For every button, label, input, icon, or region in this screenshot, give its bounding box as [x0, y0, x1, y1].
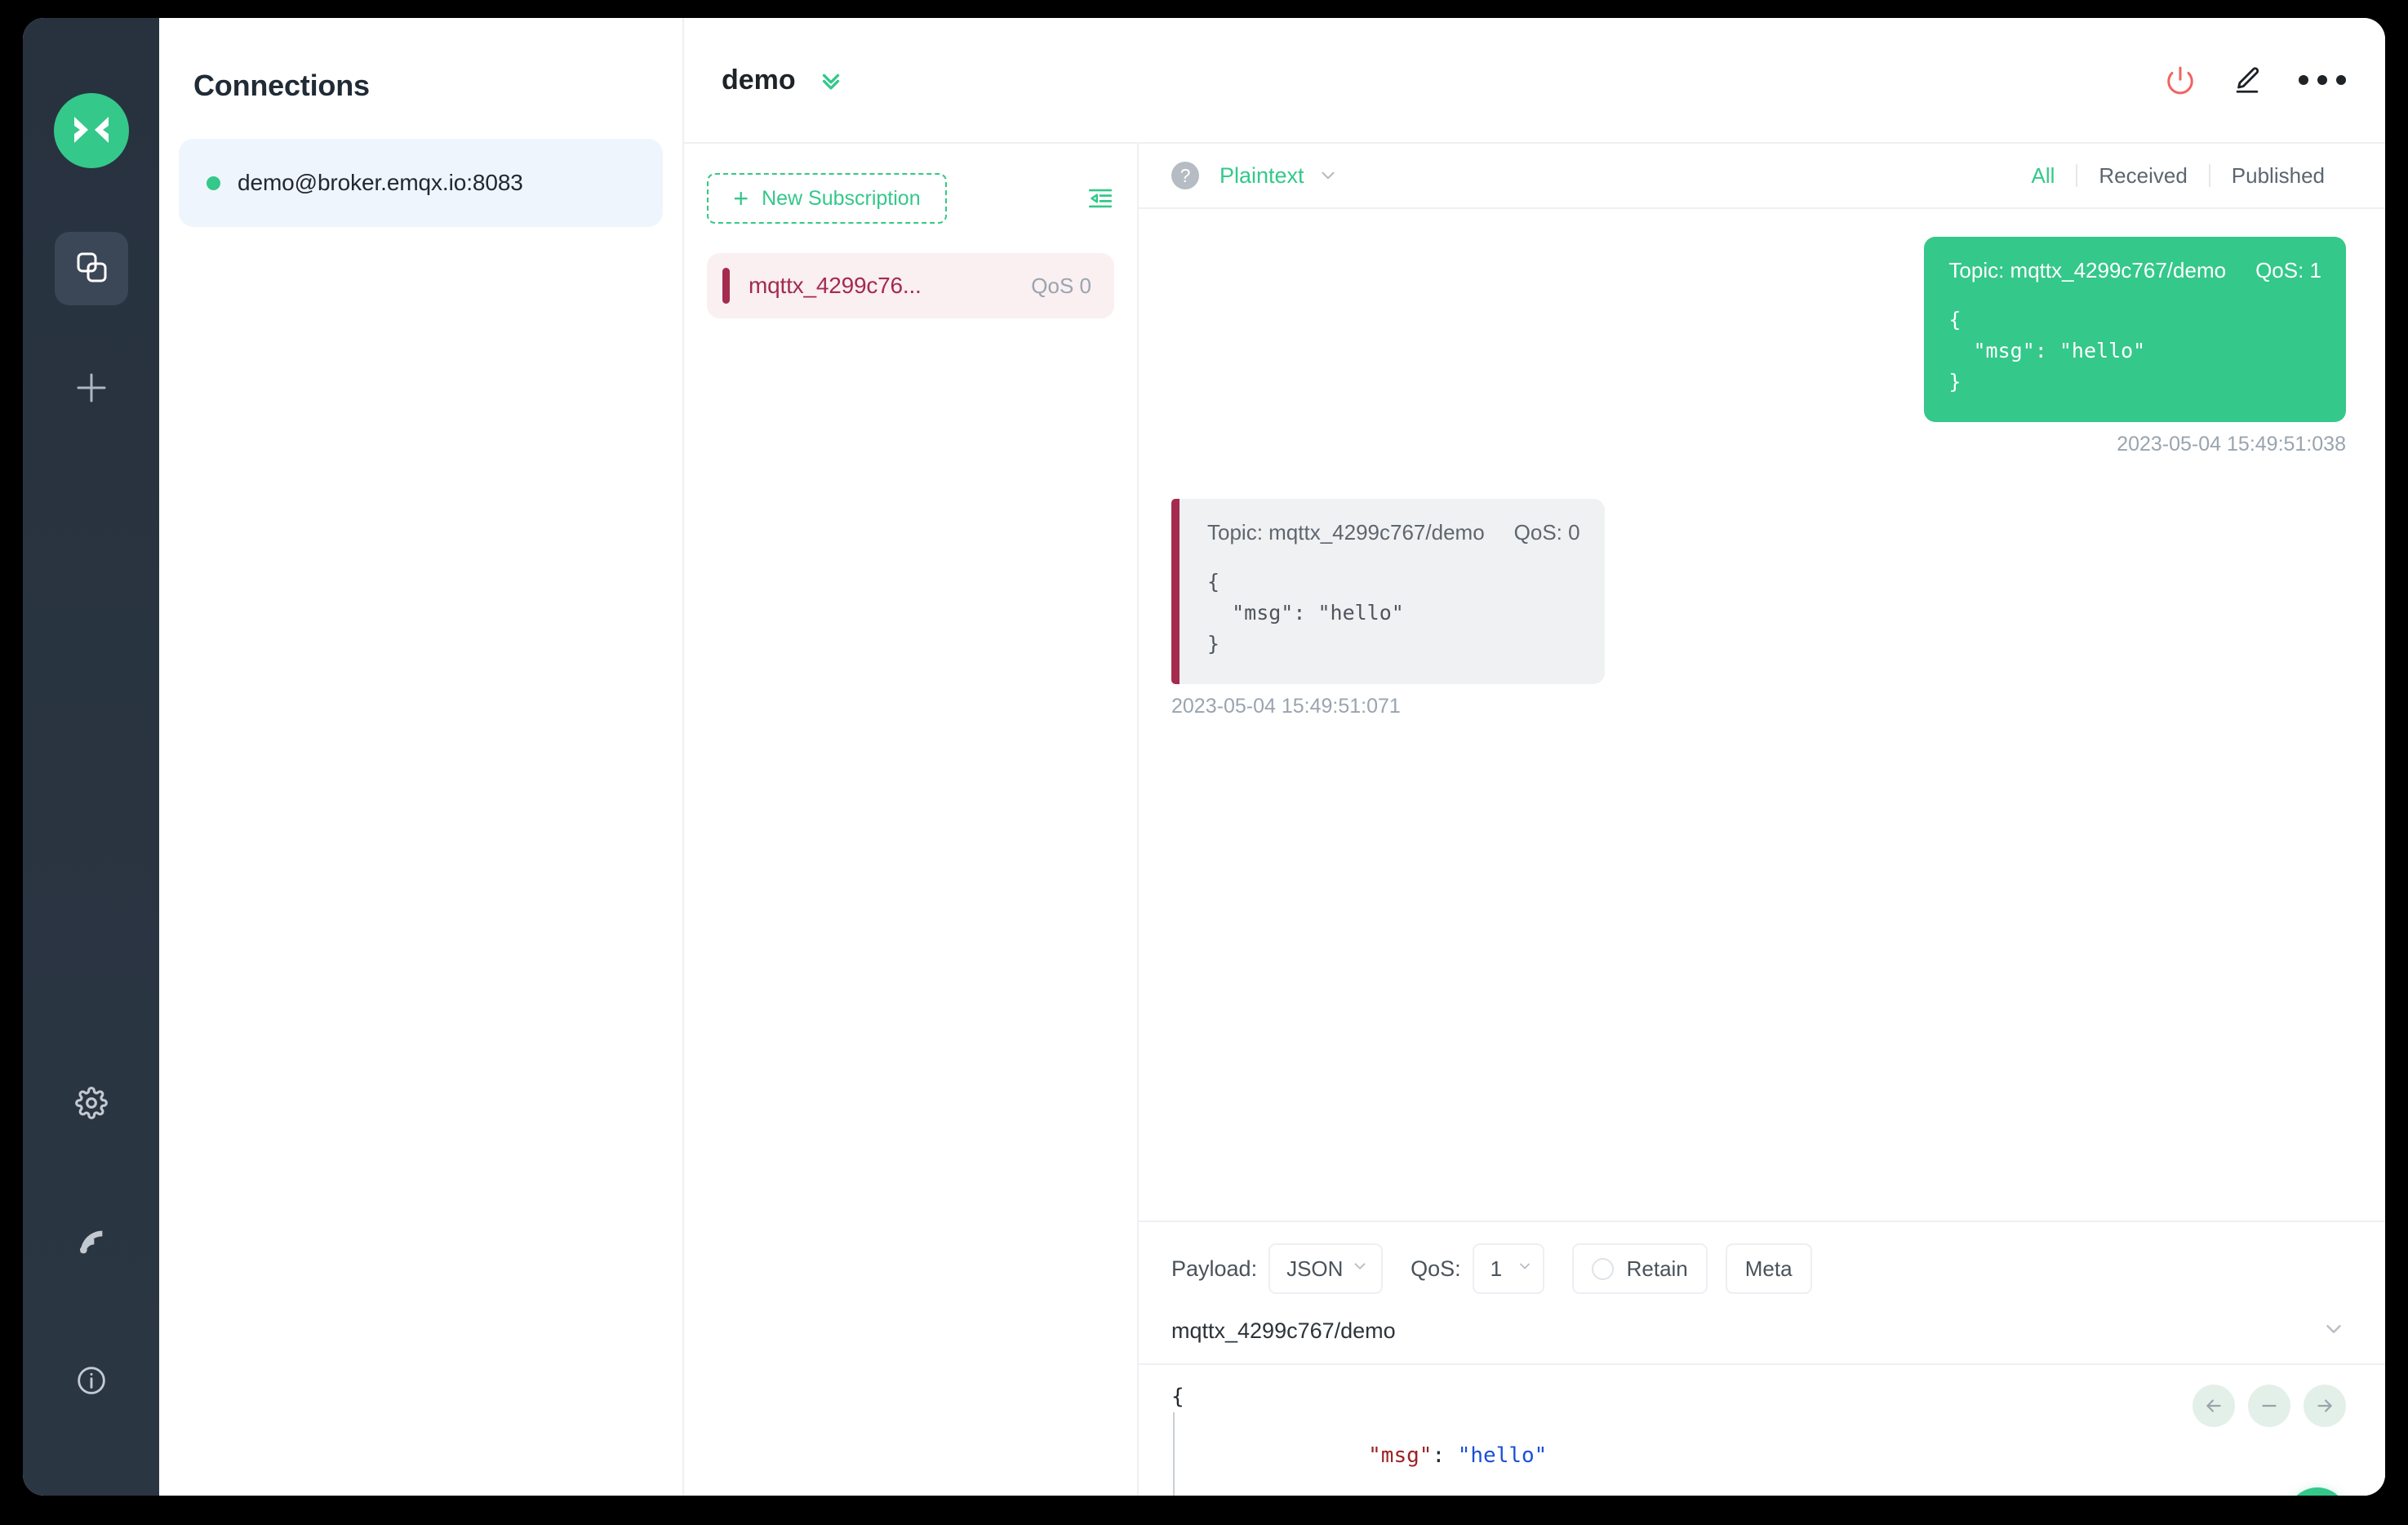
broadcast-icon: [75, 1225, 108, 1262]
subscriptions-header: + New Subscription: [707, 173, 1114, 224]
double-chevron-down-icon[interactable]: [817, 66, 845, 94]
status-dot-icon: [207, 176, 220, 190]
ellipsis-icon[interactable]: [2299, 75, 2346, 85]
messages-toolbar: ? Plaintext All Received Published: [1139, 144, 2385, 209]
ellipsis-dots: [2299, 75, 2346, 85]
activity-bar: [23, 18, 159, 1496]
publish-topic-input[interactable]: mqttx_4299c767/demo: [1171, 1318, 2321, 1344]
payload-type-value: JSON: [1286, 1256, 1344, 1281]
message-payload: { "msg": "hello" }: [1207, 570, 1404, 656]
sidebar-item-settings[interactable]: [55, 1068, 128, 1141]
page-title: Connections: [193, 69, 370, 102]
subscription-color-bar: [722, 268, 730, 304]
publish-panel: Payload: JSON QoS: 1 Retain Meta mqttx_4…: [1139, 1220, 2385, 1496]
message-qos: QoS: 0: [1513, 520, 1580, 545]
connection-title: demo: [722, 64, 796, 96]
payload-editor[interactable]: { "msg": "hello" }: [1139, 1363, 2385, 1496]
message-bubble[interactable]: Topic: mqttx_4299c767/demo QoS: 0 { "msg…: [1171, 499, 1605, 684]
retain-label: Retain: [1626, 1256, 1688, 1281]
messages-column: ? Plaintext All Received Published Topic…: [1139, 144, 2385, 1496]
main-area: demo + New Subscription mqttx_4299c76...…: [684, 18, 2385, 1496]
power-icon[interactable]: [2165, 64, 2196, 96]
arrow-left-icon[interactable]: [2193, 1385, 2235, 1427]
sidebar-item-about[interactable]: [55, 1345, 128, 1419]
list-item[interactable]: demo@broker.emqx.io:8083: [179, 139, 663, 227]
qos-select[interactable]: 1: [1472, 1243, 1544, 1294]
minus-icon[interactable]: [2248, 1385, 2290, 1427]
editor-action-buttons: [2193, 1385, 2346, 1427]
message-meta: Topic: mqttx_4299c767/demo QoS: 0: [1207, 520, 1580, 545]
chevron-down-icon: [1351, 1257, 1369, 1280]
json-colon: :: [1432, 1443, 1458, 1468]
gear-icon: [74, 1086, 108, 1123]
subscription-topic: mqttx_4299c76...: [749, 273, 922, 298]
publish-topic-row: mqttx_4299c767/demo: [1139, 1312, 2385, 1363]
app-window: Connections demo@broker.emqx.io:8083 dem…: [23, 18, 2385, 1496]
publish-controls: Payload: JSON QoS: 1 Retain Meta: [1139, 1222, 2385, 1312]
sidebar-item-connections[interactable]: [54, 232, 128, 305]
message-row-received: Topic: mqttx_4299c767/demo QoS: 0 { "msg…: [1171, 499, 2346, 718]
retain-toggle[interactable]: Retain: [1571, 1243, 1708, 1294]
new-subscription-button[interactable]: + New Subscription: [707, 173, 947, 224]
mqttx-logo-icon: [53, 93, 129, 168]
subscription-qos: QoS 0: [1031, 273, 1091, 298]
filter-tab-all[interactable]: All: [2010, 163, 2076, 189]
message-bubble[interactable]: Topic: mqttx_4299c767/demo QoS: 1 { "msg…: [1924, 237, 2346, 422]
connection-header: demo: [684, 18, 2385, 142]
qos-value: 1: [1490, 1256, 1503, 1281]
subscription-item[interactable]: mqttx_4299c76... QoS 0: [707, 253, 1114, 318]
connections-stack-icon: [74, 250, 109, 288]
pencil-icon[interactable]: [2232, 64, 2263, 96]
meta-button[interactable]: Meta: [1725, 1243, 1812, 1294]
collapse-left-icon[interactable]: [1070, 185, 1114, 212]
message-qos: QoS: 1: [2255, 258, 2321, 282]
info-circle-icon: [75, 1364, 108, 1401]
qos-label: QoS:: [1411, 1256, 1461, 1281]
radio-icon: [1591, 1257, 1614, 1280]
message-meta: Topic: mqttx_4299c767/demo QoS: 1: [1948, 258, 2321, 283]
message-row-published: Topic: mqttx_4299c767/demo QoS: 1 { "msg…: [1171, 237, 2346, 456]
dot: [2317, 75, 2327, 85]
message-payload: { "msg": "hello" }: [1948, 308, 2146, 393]
message-topic: Topic: mqttx_4299c767/demo: [1207, 520, 1485, 545]
message-timestamp: 2023-05-04 15:49:51:038: [2117, 433, 2346, 456]
arrow-right-icon[interactable]: [2304, 1385, 2346, 1427]
payload-type-select[interactable]: JSON: [1268, 1243, 1384, 1294]
plus-icon: +: [733, 184, 749, 213]
content-row: + New Subscription mqttx_4299c76... QoS …: [684, 142, 2385, 1496]
sidebar-item-new-connection[interactable]: [55, 353, 128, 426]
subscriptions-panel: + New Subscription mqttx_4299c76... QoS …: [684, 144, 1139, 1496]
dot: [2336, 75, 2346, 85]
sidebar-item-log[interactable]: [55, 1207, 128, 1280]
message-timestamp: 2023-05-04 15:49:51:071: [1171, 695, 1401, 718]
help-circle-icon[interactable]: ?: [1171, 162, 1199, 189]
meta-label: Meta: [1744, 1256, 1793, 1281]
filter-tab-received[interactable]: Received: [2077, 163, 2208, 189]
chevron-down-icon: [1517, 1258, 1533, 1279]
chevron-down-icon[interactable]: [1317, 165, 1339, 186]
dot: [2299, 75, 2308, 85]
payload-label: Payload:: [1171, 1256, 1258, 1281]
plus-icon: [73, 370, 109, 410]
new-subscription-label: New Subscription: [762, 186, 921, 210]
chevron-down-icon[interactable]: [2321, 1317, 2346, 1345]
message-topic: Topic: mqttx_4299c767/demo: [1948, 258, 2227, 282]
payload-format-selector[interactable]: Plaintext: [1220, 163, 1304, 189]
json-value: "hello": [1457, 1443, 1548, 1468]
connection-list: demo@broker.emqx.io:8083: [159, 103, 682, 227]
json-key: "msg": [1368, 1443, 1433, 1468]
connection-name: demo@broker.emqx.io:8083: [238, 170, 523, 195]
connections-panel: Connections demo@broker.emqx.io:8083: [159, 18, 684, 1496]
filter-tab-published[interactable]: Published: [2210, 163, 2346, 189]
message-list[interactable]: Topic: mqttx_4299c767/demo QoS: 1 { "msg…: [1139, 209, 2385, 1220]
